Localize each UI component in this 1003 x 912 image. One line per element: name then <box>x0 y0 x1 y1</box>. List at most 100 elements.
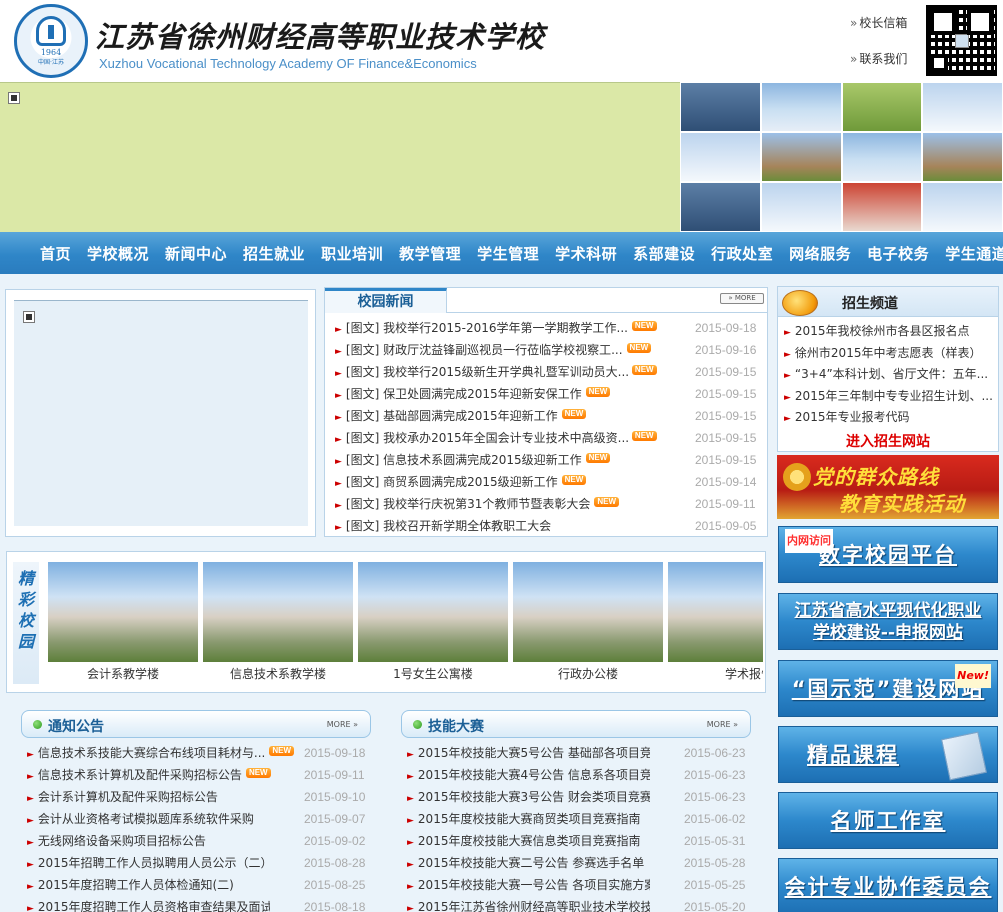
list-item-title: 信息技术系计算机及配件采购招标公告 <box>37 768 242 782</box>
new-badge: NEW <box>594 496 620 507</box>
school-logo[interactable]: 1964 中国·江苏 <box>14 4 88 78</box>
list-item[interactable]: ► [图文] 信息技术系圆满完成2015级迎新工作 NEW 2015-09-15 <box>335 449 763 471</box>
list-item-title: 2015年专业报考代码 <box>794 410 910 424</box>
campus-photo[interactable]: 1号女生公寓楼 <box>358 562 508 686</box>
nav-students[interactable]: 学生管理 <box>477 243 539 264</box>
master-teacher-button[interactable]: 名师工作室 <box>778 792 998 849</box>
banner-photo[interactable] <box>761 83 841 131</box>
list-item-title: [图文] 基础部圆满完成2015年迎新工作 <box>345 409 558 423</box>
list-item-title: “3+4”本科计划、省厅文件：五年... <box>794 367 989 381</box>
nav-teaching[interactable]: 教学管理 <box>399 243 461 264</box>
banner-photo[interactable] <box>681 83 760 131</box>
list-item[interactable]: ► [图文] 我校承办2015年全国会计专业技术中高级资... NEW 2015-09… <box>335 427 763 449</box>
list-item[interactable]: ► 2015年度校技能大赛信息类项目竞赛指南 2015-05-31 <box>407 830 751 852</box>
campus-photo[interactable]: 会计系教学楼 <box>48 562 198 686</box>
new-badge: NEW <box>585 386 611 397</box>
list-item[interactable]: ► [图文] 基础部圆满完成2015年迎新工作 NEW 2015-09-15 <box>335 405 763 427</box>
banner-photo[interactable] <box>842 183 922 231</box>
list-item[interactable]: ►2015年度招聘工作人员资格审查结果及面试通... 2015-08-18 <box>27 896 371 912</box>
banner-photo[interactable] <box>842 133 922 181</box>
list-item[interactable]: ► 2015年校技能大赛一号公告 各项目实施方案 2015-05-25 <box>407 874 751 896</box>
accounting-committee-button[interactable]: 会计专业协作委员会 <box>778 858 998 912</box>
nav-offices[interactable]: 行政处室 <box>711 243 773 264</box>
list-item[interactable]: ► 无线网络设备采购项目招标公告 2015-09-02 <box>27 830 371 852</box>
notices-more-link[interactable]: MORE » <box>327 720 358 729</box>
list-item[interactable]: ►2015年江苏省徐州财经高等职业技术学校技能... 2015-05-20 <box>407 896 751 912</box>
banner-photo[interactable] <box>923 133 1002 181</box>
list-item[interactable]: ► 2015年招聘工作人员拟聘用人员公示（二） 2015-08-28 <box>27 852 371 874</box>
nav-training[interactable]: 职业培训 <box>321 243 383 264</box>
list-item[interactable]: ► [图文] 商贸系圆满完成2015级迎新工作 NEW 2015-09-14 <box>335 471 763 493</box>
contact-us-link[interactable]: 联系我们 <box>850 50 920 68</box>
list-item[interactable]: ► 2015年度校技能大赛商贸类项目竞赛指南 2015-06-02 <box>407 808 751 830</box>
list-item-title: 信息技术系技能大赛综合布线项目耗材与... <box>37 746 266 760</box>
list-item[interactable]: ► [图文] 我校举行庆祝第31个教师节暨表彰大会 NEW 2015-09-11 <box>335 493 763 515</box>
arrow-icon: ► <box>335 501 342 511</box>
nav-egov[interactable]: 电子校务 <box>867 243 929 264</box>
list-item[interactable]: ► 会计系计算机及配件采购招标公告 2015-09-10 <box>27 786 371 808</box>
campus-news-tab[interactable]: 校园新闻 <box>325 288 447 313</box>
nav-admissions[interactable]: 招生就业 <box>243 243 305 264</box>
list-item[interactable]: ► 2015年我校徐州市各县区报名点 <box>784 321 996 343</box>
principal-mailbox-link[interactable]: 校长信箱 <box>850 14 920 32</box>
list-item[interactable]: ► 2015年专业报考代码 <box>784 407 996 429</box>
list-item[interactable]: ► 2015年校技能大赛3号公告 财会类项目竞赛名... 2015-06-23 <box>407 786 751 808</box>
list-item[interactable]: ► [图文] 财政厅沈益锋副巡视员一行莅临学校视察工... NEW 2015-09-1… <box>335 339 763 361</box>
list-item[interactable]: ► 信息技术系计算机及配件采购招标公告 NEW 2015-09-11 <box>27 764 371 786</box>
campus-photo[interactable]: 信息技术系教学楼 <box>203 562 353 686</box>
banner-photo[interactable] <box>923 183 1002 231</box>
school-name-en: Xuzhou Vocational Technology Academy OF … <box>99 56 477 71</box>
banner-photo[interactable] <box>761 133 841 181</box>
party-campaign-banner[interactable]: 党的群众路线 教育实践活动 <box>777 455 999 519</box>
modern-school-button[interactable]: 江苏省高水平现代化职业学校建设--申报网站 <box>778 593 998 650</box>
slideshow-image[interactable] <box>14 300 308 526</box>
banner-photo[interactable] <box>761 183 841 231</box>
banner-photo[interactable] <box>681 133 760 181</box>
enter-admissions-link[interactable]: 进入招生网站 <box>778 431 998 451</box>
list-item[interactable]: ► 徐州市2015年中考志愿表（样表） <box>784 343 996 365</box>
list-item[interactable]: ► 2015年三年制中专专业招生计划、... <box>784 386 996 408</box>
list-item[interactable]: ► [图文] 保卫处圆满完成2015年迎新安保工作 NEW 2015-09-15 <box>335 383 763 405</box>
new-badge: NEW <box>245 767 271 778</box>
header-links: 校长信箱 联系我们 <box>850 14 920 86</box>
nav-network[interactable]: 网络服务 <box>789 243 851 264</box>
skills-more-link[interactable]: MORE » <box>707 720 738 729</box>
nav-about[interactable]: 学校概况 <box>87 243 149 264</box>
banner-photo[interactable] <box>681 183 760 231</box>
list-item[interactable]: ► [图文] 我校举行2015级新生开学典礼暨军训动员大... NEW 2015-09… <box>335 361 763 383</box>
list-item[interactable]: ► [图文] 我校召开新学期全体教职工大会 2015-09-05 <box>335 515 763 537</box>
campus-photo[interactable]: 学术报告 <box>668 562 763 686</box>
quality-courses-button[interactable]: 精品课程 <box>778 726 998 783</box>
list-item-date: 2015-09-10 <box>304 790 366 804</box>
list-item-date: 2015-08-18 <box>304 900 366 912</box>
banner-photo[interactable] <box>842 83 922 131</box>
banner-photo[interactable] <box>923 83 1002 131</box>
list-item[interactable]: ► 会计从业资格考试模拟题库系统软件采购 2015-09-07 <box>27 808 371 830</box>
list-item-title: 会计系计算机及配件采购招标公告 <box>37 790 218 804</box>
list-item-title: [图文] 我校承办2015年全国会计专业技术中高级资... <box>345 431 628 445</box>
nav-departments[interactable]: 系部建设 <box>633 243 695 264</box>
list-item-title: [图文] 我校举行2015级新生开学典礼暨军训动员大... <box>345 365 628 379</box>
list-item[interactable]: ► 2015年度招聘工作人员体检通知(二) 2015-08-25 <box>27 874 371 896</box>
list-item[interactable]: ► [图文] 我校举行2015-2016学年第一学期教学工作... NEW 2015-… <box>335 317 763 339</box>
list-item[interactable]: ► 2015年校技能大赛4号公告 信息系各项目竞赛... 2015-06-23 <box>407 764 751 786</box>
nav-research[interactable]: 学术科研 <box>555 243 617 264</box>
campus-news-more-button[interactable]: » MORE <box>720 293 764 304</box>
digital-campus-button[interactable]: 内网访问 数字校园平台 <box>778 526 998 583</box>
list-item[interactable]: ► 2015年校技能大赛二号公告 参赛选手名单 2015-05-28 <box>407 852 751 874</box>
campus-news-panel: 校园新闻 » MORE ► [图文] 我校举行2015-2016学年第一学期教学工… <box>324 287 768 537</box>
national-demo-button[interactable]: New! “国示范”建设网站 <box>778 660 998 717</box>
list-item[interactable]: ► “3+4”本科计划、省厅文件：五年... <box>784 364 996 386</box>
nav-news[interactable]: 新闻中心 <box>165 243 227 264</box>
arrow-icon: ► <box>27 860 34 870</box>
list-item-title: 2015年校技能大赛3号公告 财会类项目竞赛名... <box>417 790 650 804</box>
list-item-title: [图文] 信息技术系圆满完成2015级迎新工作 <box>345 453 582 467</box>
nav-home[interactable]: 首页 <box>40 243 71 264</box>
campus-photo[interactable]: 行政办公楼 <box>513 562 663 686</box>
list-item[interactable]: ► 信息技术系技能大赛综合布线项目耗材与... NEW 2015-09-18 <box>27 742 371 764</box>
nav-student-portal[interactable]: 学生通道 <box>945 243 1003 264</box>
list-item-date: 2015-09-02 <box>304 834 366 848</box>
list-item-date: 2015-09-14 <box>695 475 757 489</box>
list-item-title: [图文] 财政厅沈益锋副巡视员一行莅临学校视察工... <box>345 343 623 357</box>
list-item[interactable]: ► 2015年校技能大赛5号公告 基础部各项目竞赛... 2015-06-23 <box>407 742 751 764</box>
